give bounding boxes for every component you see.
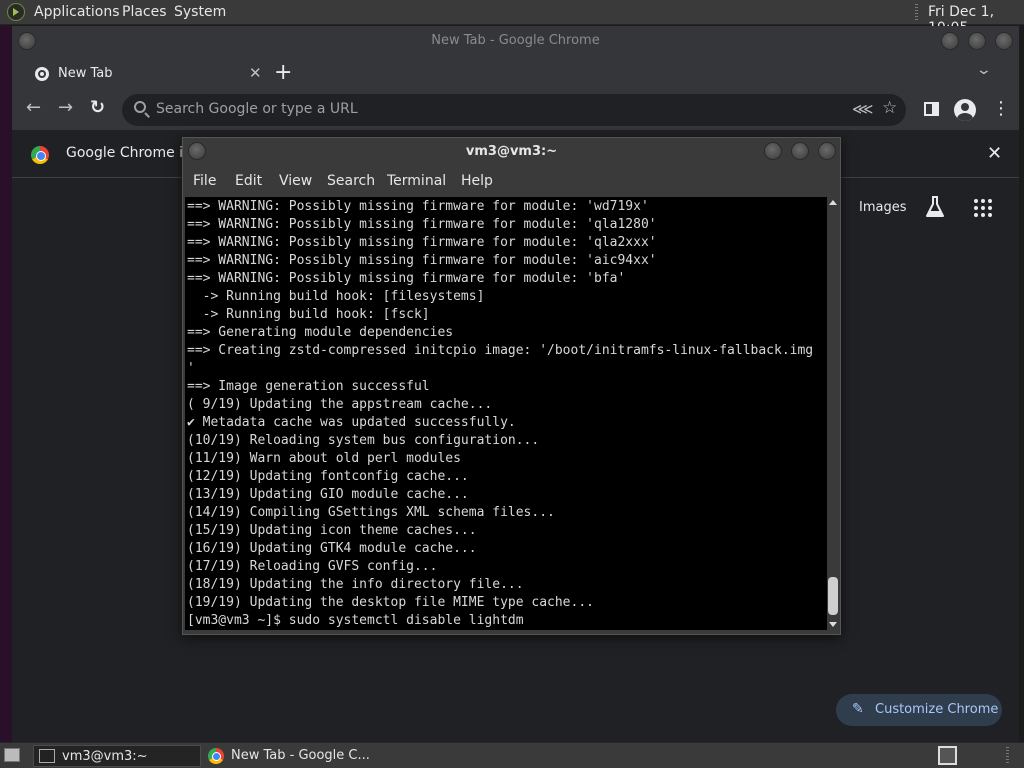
terminal-line: (14/19) Compiling GSettings XML schema f…	[187, 505, 555, 520]
terminal-line: ==> WARNING: Possibly missing firmware f…	[187, 235, 657, 250]
terminal-window-menu-icon[interactable]	[188, 142, 206, 160]
tab-new-tab[interactable]: New Tab ✕	[22, 58, 266, 90]
terminal-line: (15/19) Updating icon theme caches...	[187, 523, 477, 538]
terminal-output[interactable]: ==> WARNING: Possibly missing firmware f…	[185, 197, 827, 630]
terminal-line: -> Running build hook: [filesystems]	[187, 289, 485, 304]
side-panel-icon[interactable]	[924, 102, 939, 116]
taskbar-item-chrome[interactable]: New Tab - Google C...	[205, 745, 375, 767]
terminal-line: (13/19) Updating GIO module cache...	[187, 487, 469, 502]
tab-close-icon[interactable]: ✕	[249, 64, 262, 82]
maximize-icon[interactable]	[968, 32, 986, 50]
terminal-maximize-icon[interactable]	[791, 142, 809, 160]
terminal-line: ==> Image generation successful	[187, 379, 430, 394]
chrome-window-title: New Tab - Google Chrome	[431, 33, 600, 48]
panel-separator	[915, 4, 918, 21]
chrome-favicon-icon	[35, 67, 49, 81]
system-menu[interactable]: System	[174, 4, 226, 20]
window-menu-icon[interactable]	[18, 32, 36, 50]
show-desktop-icon[interactable]	[4, 748, 20, 762]
taskbar-item-label: vm3@vm3:~	[62, 749, 148, 764]
menu-help[interactable]: Help	[461, 173, 493, 189]
bookmark-star-icon[interactable]: ☆	[882, 98, 897, 118]
terminal-line: -> Running build hook: [fsck]	[187, 307, 430, 322]
terminal-line: ==> WARNING: Possibly missing firmware f…	[187, 271, 626, 286]
terminal-scrollbar[interactable]	[827, 197, 840, 630]
chrome-icon	[208, 748, 224, 764]
terminal-titlebar[interactable]: vm3@vm3:~	[183, 138, 840, 166]
terminal-line: (17/19) Reloading GVFS config...	[187, 559, 438, 574]
forward-icon[interactable]: →	[58, 98, 73, 118]
back-icon[interactable]: ←	[26, 98, 41, 118]
terminal-line: ==> Creating zstd-compressed initcpio im…	[187, 343, 814, 358]
omnibox-placeholder: Search Google or type a URL	[156, 101, 358, 117]
terminal-line: (16/19) Updating GTK4 module cache...	[187, 541, 477, 556]
profile-avatar-icon[interactable]	[954, 99, 976, 121]
tab-strip: New Tab ✕ + ⌄	[12, 56, 1019, 90]
chrome-titlebar[interactable]: New Tab - Google Chrome	[12, 26, 1019, 56]
terminal-line: (19/19) Updating the desktop file MIME t…	[187, 595, 594, 610]
terminal-line: [vm3@vm3 ~]$ sudo systemctl disable ligh…	[187, 613, 524, 628]
top-panel: Applications Places System Fri Dec 1, 10…	[0, 0, 1024, 36]
search-icon	[134, 101, 146, 113]
distro-logo-icon[interactable]	[7, 3, 25, 21]
applications-menu[interactable]: Applications	[34, 4, 120, 20]
pencil-icon: ✎	[852, 701, 864, 717]
new-tab-button[interactable]: +	[274, 60, 292, 85]
customize-chrome-label: Customize Chrome	[875, 702, 999, 717]
taskbar-item-label: New Tab - Google C...	[231, 748, 370, 763]
terminal-line: (18/19) Updating the info directory file…	[187, 577, 524, 592]
customize-chrome-button[interactable]: ✎ Customize Chrome	[836, 694, 1002, 726]
labs-flask-icon[interactable]	[924, 195, 946, 219]
terminal-minimize-icon[interactable]	[764, 142, 782, 160]
scroll-down-arrow-icon[interactable]	[829, 622, 837, 627]
terminal-close-icon[interactable]	[818, 142, 836, 160]
omnibox[interactable]: Search Google or type a URL ⋘ ☆	[122, 94, 906, 126]
close-window-icon[interactable]	[995, 32, 1013, 50]
reload-icon[interactable]: ↻	[90, 98, 105, 118]
workspace-switcher-icon[interactable]	[938, 746, 957, 765]
minimize-icon[interactable]	[941, 32, 959, 50]
scrollbar-thumb[interactable]	[828, 577, 838, 615]
menu-terminal[interactable]: Terminal	[387, 173, 446, 189]
places-menu[interactable]: Places	[122, 4, 167, 20]
terminal-title: vm3@vm3:~	[465, 144, 558, 159]
terminal-line: ✔ Metadata cache was updated successfull…	[187, 415, 516, 430]
terminal-line: ==> Generating module dependencies	[187, 325, 454, 340]
infobar-text: Google Chrome isn	[66, 145, 200, 161]
google-apps-icon[interactable]	[974, 199, 992, 217]
menu-edit[interactable]: Edit	[235, 173, 262, 189]
terminal-line: ==> WARNING: Possibly missing firmware f…	[187, 199, 649, 214]
terminal-window: vm3@vm3:~ File Edit View Search Terminal…	[182, 137, 841, 635]
tab-search-icon[interactable]: ⌄	[976, 62, 992, 78]
terminal-line: '	[187, 361, 195, 376]
menu-search[interactable]: Search	[327, 173, 375, 189]
share-icon[interactable]: ⋘	[852, 100, 873, 118]
terminal-line: (10/19) Reloading system bus configurati…	[187, 433, 540, 448]
chrome-logo-icon	[31, 146, 49, 164]
menu-file[interactable]: File	[193, 173, 216, 189]
desktop-background	[0, 26, 12, 742]
images-link[interactable]: Images	[859, 200, 907, 215]
taskbar-separator	[1006, 747, 1009, 764]
terminal-menubar: File Edit View Search Terminal Help	[183, 168, 840, 196]
chrome-menu-icon[interactable]: ⋮	[992, 98, 1010, 119]
menu-view[interactable]: View	[279, 173, 312, 189]
terminal-line: (11/19) Warn about old perl modules	[187, 451, 461, 466]
taskbar-item-terminal[interactable]: vm3@vm3:~	[33, 745, 201, 767]
scroll-up-arrow-icon[interactable]	[829, 200, 837, 205]
terminal-line: ( 9/19) Updating the appstream cache...	[187, 397, 493, 412]
tab-label: New Tab	[58, 66, 113, 81]
terminal-line: (12/19) Updating fontconfig cache...	[187, 469, 469, 484]
bottom-taskbar: vm3@vm3:~ New Tab - Google C...	[0, 742, 1024, 768]
chrome-toolbar: ← → ↻ Search Google or type a URL ⋘ ☆ ⋮	[12, 90, 1019, 130]
infobar-close-icon[interactable]: ✕	[987, 143, 1002, 164]
terminal-line: ==> WARNING: Possibly missing firmware f…	[187, 253, 657, 268]
terminal-icon	[39, 749, 55, 763]
terminal-line: ==> WARNING: Possibly missing firmware f…	[187, 217, 657, 232]
